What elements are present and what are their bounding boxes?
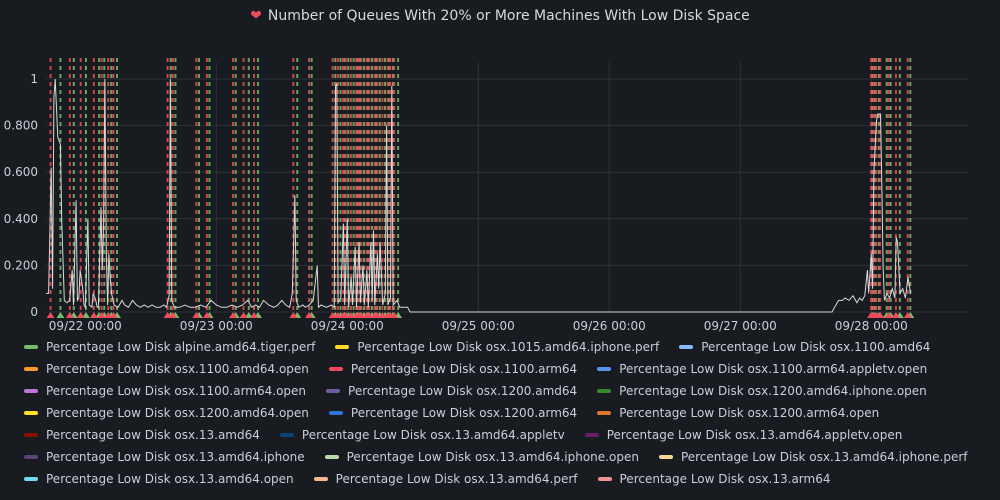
legend-item[interactable]: Percentage Low Disk osx.13.amd64.iphone.… — [658, 450, 968, 464]
legend-label: Percentage Low Disk osx.1100.arm64.open — [46, 384, 307, 398]
legend-row: Percentage Low Disk alpine.amd64.tiger.p… — [24, 336, 984, 358]
legend-swatch — [328, 367, 343, 371]
legend-row: Percentage Low Disk osx.1200.amd64.open P… — [24, 402, 984, 424]
legend-label: Percentage Low Disk osx.1200.amd64 — [348, 384, 578, 398]
legend-swatch — [24, 411, 38, 415]
legend-item[interactable]: Percentage Low Disk osx.1100.arm64.apple… — [597, 362, 927, 376]
legend-swatch — [24, 455, 38, 459]
legend-label: Percentage Low Disk alpine.amd64.tiger.p… — [46, 340, 316, 354]
legend-swatch — [24, 433, 38, 437]
legend-label: Percentage Low Disk osx.13.amd64.iphone — [46, 450, 305, 464]
legend-item[interactable]: Percentage Low Disk osx.1200.amd64 — [326, 384, 577, 398]
legend-label: Percentage Low Disk osx.1200.arm64 — [350, 406, 578, 420]
legend-item[interactable]: Percentage Low Disk osx.1100.amd64 — [679, 340, 930, 354]
legend-row: Percentage Low Disk osx.13.amd64 Percenta… — [24, 424, 984, 446]
x-tick-label: 09/25 00:00 — [442, 319, 515, 333]
legend-label: Percentage Low Disk osx.13.amd64.open — [46, 472, 294, 486]
legend-item[interactable]: Percentage Low Disk osx.13.amd64 — [24, 428, 260, 442]
legend-swatch — [279, 433, 294, 437]
broken-heart-icon: ❤ — [250, 8, 262, 24]
y-tick-label: 0.800 — [4, 119, 38, 133]
legend-item[interactable]: Percentage Low Disk osx.13.arm64 — [597, 472, 831, 486]
legend-swatch — [597, 477, 612, 481]
red-annotation-marker — [239, 312, 248, 318]
panel-title: Number of Queues With 20% or More Machin… — [267, 8, 750, 24]
legend-row: Percentage Low Disk osx.13.amd64.iphone P… — [24, 446, 984, 468]
legend-swatch — [24, 345, 38, 349]
legend-label: Percentage Low Disk osx.13.amd64.appletv — [301, 428, 565, 442]
legend-item[interactable]: Percentage Low Disk osx.13.amd64.iphone — [24, 450, 305, 464]
legend-swatch — [335, 345, 350, 349]
legend-item[interactable]: Percentage Low Disk osx.13.amd64.perf — [313, 472, 578, 486]
legend-label: Percentage Low Disk osx.1200.amd64.open — [46, 406, 309, 420]
legend-label: Percentage Low Disk osx.13.amd64.iphone.… — [680, 450, 968, 464]
legend-swatch — [597, 411, 612, 415]
x-tick-label: 09/23 00:00 — [180, 319, 253, 333]
legend-label: Percentage Low Disk osx.1015.amd64.iphon… — [357, 340, 660, 354]
legend-item[interactable]: Percentage Low Disk osx.1200.arm64 — [328, 406, 578, 420]
panel-header: ❤ Number of Queues With 20% or More Mach… — [0, 0, 1000, 32]
legend-item[interactable]: Percentage Low Disk osx.13.amd64.appletv — [279, 428, 565, 442]
x-tick-label: 09/27 00:00 — [704, 319, 777, 333]
legend-swatch — [24, 367, 38, 371]
legend-item[interactable]: Percentage Low Disk osx.1200.amd64.open — [24, 406, 309, 420]
legend-item[interactable]: Percentage Low Disk osx.1100.amd64.open — [24, 362, 309, 376]
legend-label: Percentage Low Disk osx.13.amd64 — [46, 428, 260, 442]
legend-item[interactable]: Percentage Low Disk osx.13.amd64.appletv… — [584, 428, 903, 442]
x-tick-label: 09/24 00:00 — [311, 319, 384, 333]
legend-item[interactable]: Percentage Low Disk osx.13.amd64.open — [24, 472, 294, 486]
red-annotation-marker — [89, 312, 98, 318]
legend-swatch — [328, 411, 343, 415]
legend-label: Percentage Low Disk osx.1100.arm64 — [350, 362, 578, 376]
red-annotation-marker — [76, 312, 85, 318]
legend-label: Percentage Low Disk osx.1200.amd64.iphon… — [619, 384, 927, 398]
annotation-markers — [46, 58, 915, 318]
y-tick-label: 0.600 — [4, 165, 38, 179]
red-annotation-marker — [46, 312, 55, 318]
x-tick-label: 09/22 00:00 — [49, 319, 122, 333]
legend-row: Percentage Low Disk osx.1100.amd64.open P… — [24, 358, 984, 380]
x-tick-label: 09/28 00:00 — [835, 319, 908, 333]
y-tick-label: 0.200 — [4, 258, 38, 272]
legend-row: Percentage Low Disk osx.13.amd64.open Per… — [24, 468, 984, 490]
y-tick-label: 0 — [30, 305, 38, 319]
legend-item[interactable]: Percentage Low Disk alpine.amd64.tiger.p… — [24, 340, 315, 354]
x-tick-label: 09/26 00:00 — [573, 319, 646, 333]
legend-swatch — [24, 389, 38, 393]
legend-label: Percentage Low Disk osx.1100.amd64 — [701, 340, 931, 354]
legend-label: Percentage Low Disk osx.1100.amd64.open — [46, 362, 309, 376]
chart-legend: Percentage Low Disk alpine.amd64.tiger.p… — [24, 336, 984, 490]
chart-grid — [46, 62, 968, 313]
legend-swatch — [324, 455, 339, 459]
legend-label: Percentage Low Disk osx.13.arm64 — [619, 472, 831, 486]
legend-swatch — [679, 345, 694, 349]
y-tick-label: 1 — [30, 72, 38, 86]
legend-swatch — [326, 389, 341, 393]
y-axis-ticks: 0 0.200 0.400 0.600 0.800 1 — [4, 72, 38, 319]
chart-canvas: 0 0.200 0.400 0.600 0.800 1 09/22 00:00 09/23 … — [4, 58, 968, 333]
legend-swatch — [24, 477, 38, 481]
y-tick-label: 0.400 — [4, 212, 38, 226]
legend-item[interactable]: Percentage Low Disk osx.1015.amd64.iphon… — [335, 340, 659, 354]
legend-swatch — [313, 477, 328, 481]
legend-item[interactable]: Percentage Low Disk osx.1200.arm64.open — [597, 406, 879, 420]
legend-item[interactable]: Percentage Low Disk osx.13.amd64.iphone.… — [324, 450, 639, 464]
legend-label: Percentage Low Disk osx.13.amd64.iphone.… — [346, 450, 639, 464]
legend-swatch — [597, 389, 612, 393]
legend-item[interactable]: Percentage Low Disk osx.1100.arm64 — [328, 362, 578, 376]
x-axis-ticks: 09/22 00:00 09/23 00:00 09/24 00:00 09/25 0… — [49, 319, 908, 333]
green-annotation-marker — [56, 312, 65, 318]
legend-label: Percentage Low Disk osx.13.amd64.perf — [335, 472, 578, 486]
legend-swatch — [658, 455, 673, 459]
legend-label: Percentage Low Disk osx.13.amd64.appletv… — [606, 428, 903, 442]
legend-label: Percentage Low Disk osx.1100.arm64.apple… — [619, 362, 928, 376]
legend-row: Percentage Low Disk osx.1100.arm64.open P… — [24, 380, 984, 402]
legend-label: Percentage Low Disk osx.1200.arm64.open — [619, 406, 880, 420]
legend-swatch — [584, 433, 599, 437]
legend-item[interactable]: Percentage Low Disk osx.1100.arm64.open — [24, 384, 306, 398]
legend-item[interactable]: Percentage Low Disk osx.1200.amd64.iphon… — [597, 384, 927, 398]
legend-swatch — [597, 367, 612, 371]
